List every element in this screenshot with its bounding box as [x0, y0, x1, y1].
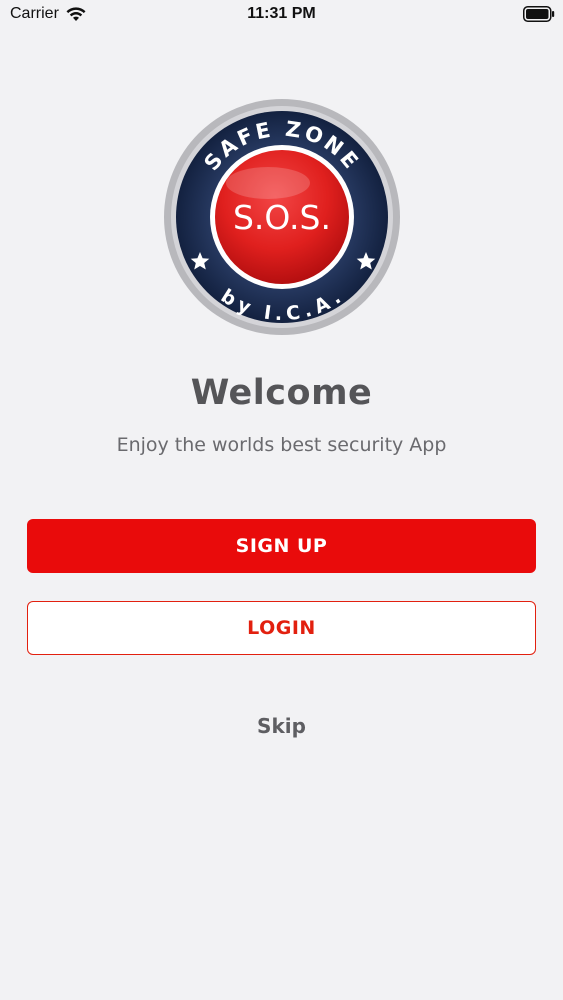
logo-center-text: S.O.S. — [233, 198, 331, 237]
status-time: 11:31 PM — [247, 5, 316, 22]
login-label: LOGIN — [247, 617, 316, 639]
status-bar: Carrier 11:31 PM — [0, 0, 563, 30]
skip-link[interactable]: Skip — [0, 714, 563, 738]
welcome-subtitle: Enjoy the worlds best security App — [116, 434, 447, 456]
sign-up-button[interactable]: SIGN UP — [27, 519, 536, 573]
sign-up-label: SIGN UP — [235, 535, 328, 557]
battery-icon — [523, 6, 555, 22]
login-button[interactable]: LOGIN — [27, 601, 536, 655]
welcome-title: Welcome — [190, 373, 373, 413]
safe-zone-sos-logo: SAFE ZONE S.O.S. by I.C.A. — [164, 99, 400, 335]
